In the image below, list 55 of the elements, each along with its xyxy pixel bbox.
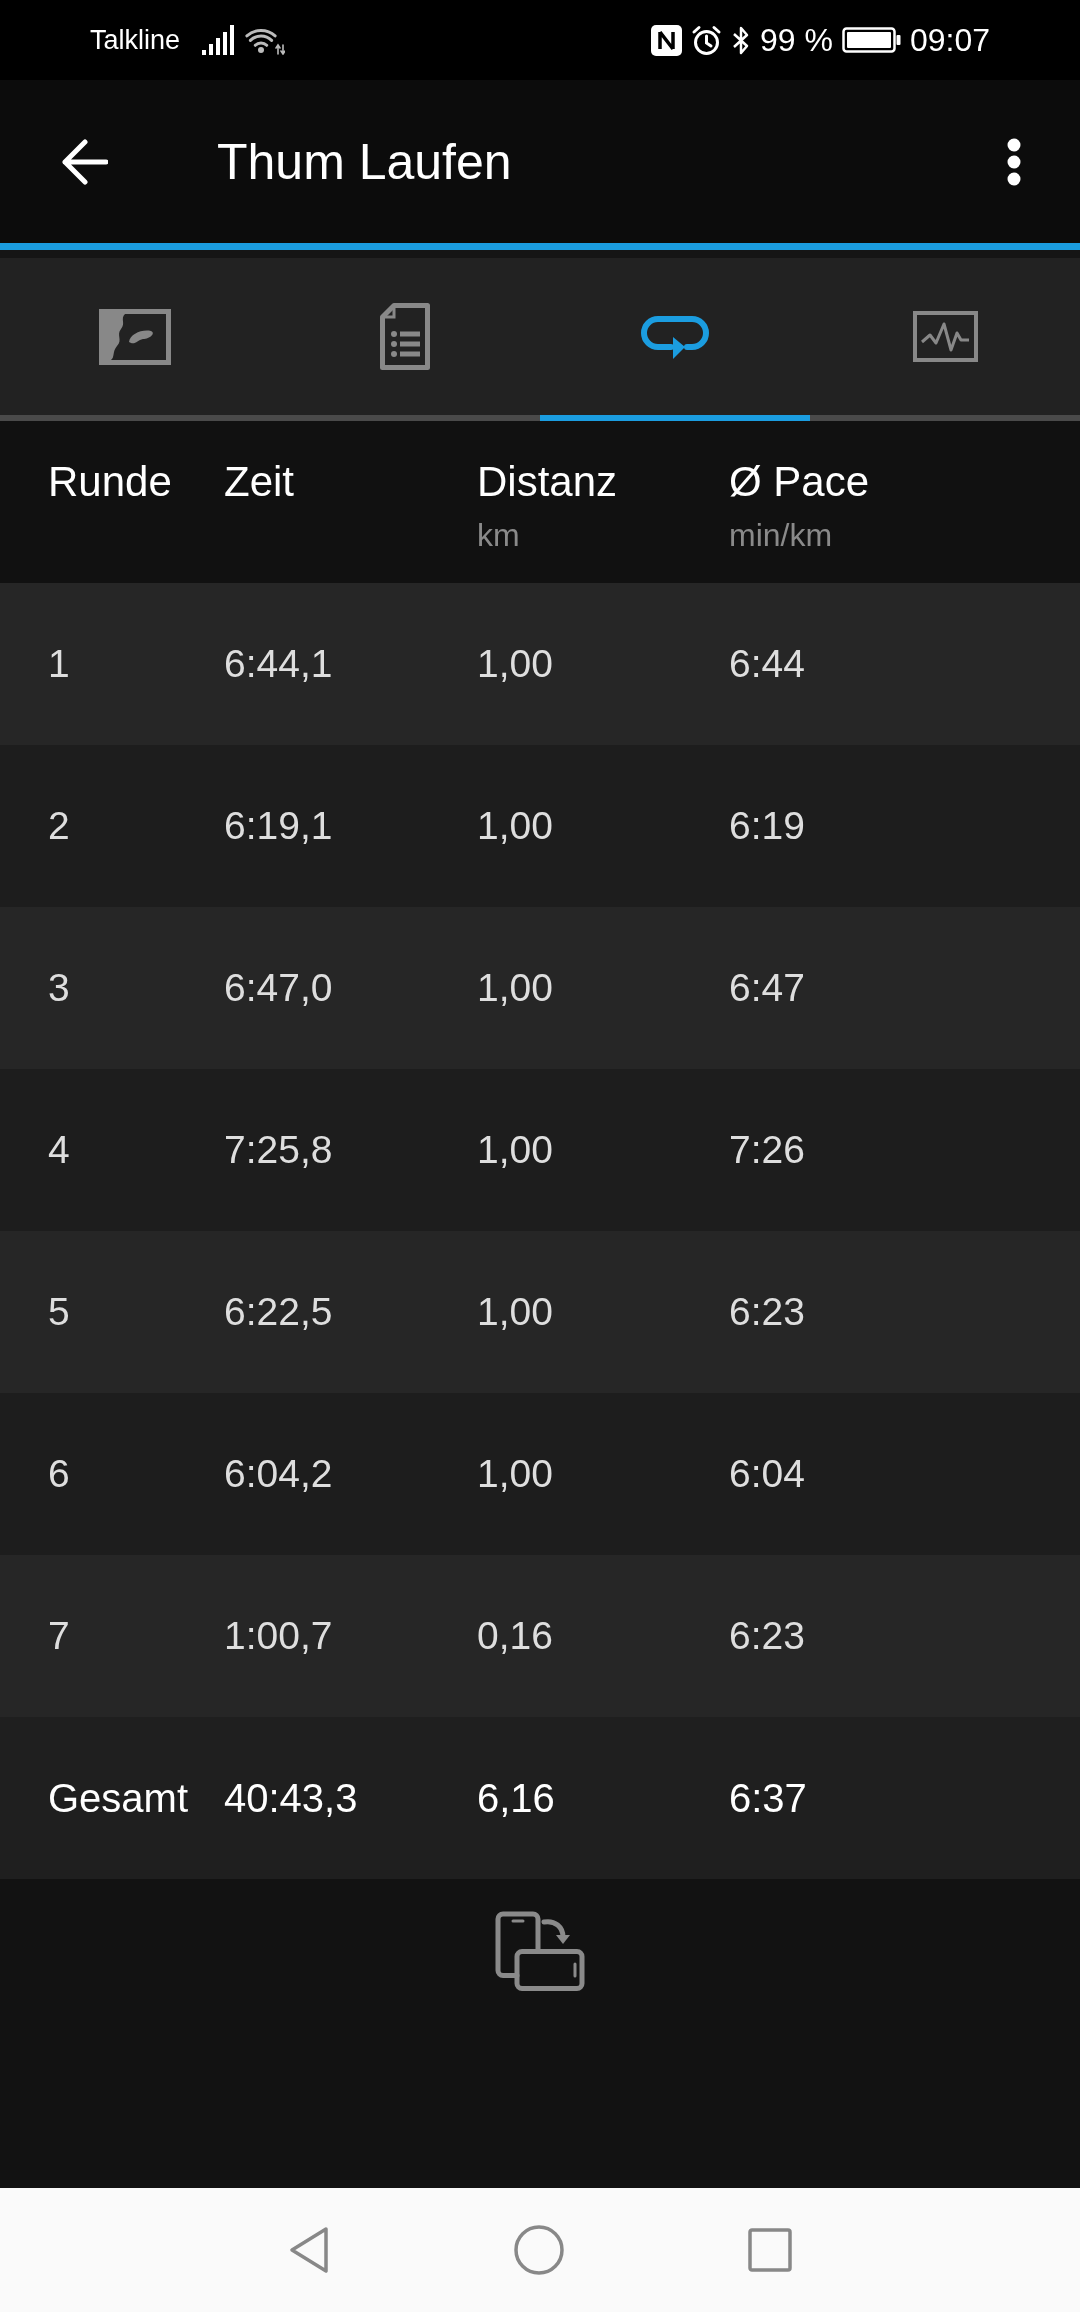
table-cell: 6:23 bbox=[729, 1613, 805, 1659]
map-icon bbox=[99, 308, 171, 365]
table-cell: 6,16 bbox=[477, 1775, 555, 1821]
table-cell: 6:04,2 bbox=[224, 1451, 333, 1497]
carrier-name: Talkline bbox=[90, 24, 181, 56]
table-cell: 2 bbox=[48, 803, 70, 849]
battery-icon bbox=[841, 27, 901, 53]
bluetooth-icon bbox=[731, 24, 751, 56]
rotate-phone-icon bbox=[495, 1911, 585, 1991]
back-icon[interactable] bbox=[60, 137, 108, 186]
document-icon bbox=[380, 303, 430, 370]
table-cell: 0,16 bbox=[477, 1613, 553, 1659]
table-cell: 6:22,5 bbox=[224, 1289, 333, 1335]
table-cell: 6 bbox=[48, 1451, 70, 1497]
table-cell: 1 bbox=[48, 641, 70, 687]
unit-label: min/km bbox=[729, 516, 833, 554]
more-options-icon[interactable] bbox=[1007, 137, 1021, 186]
table-cell: 6:44,1 bbox=[224, 641, 333, 687]
table-cell: 7:25,8 bbox=[224, 1127, 333, 1173]
table-cell: 6:04 bbox=[729, 1451, 805, 1497]
table-cell: 1,00 bbox=[477, 1451, 553, 1497]
table-cell: 6:19 bbox=[729, 803, 805, 849]
column-header: Distanz bbox=[477, 458, 618, 506]
table-cell: 6:19,1 bbox=[224, 803, 333, 849]
column-header: Ø Pace bbox=[729, 458, 870, 506]
nfc-icon bbox=[651, 24, 682, 56]
table-cell: 6:44 bbox=[729, 641, 805, 687]
table-cell: 6:47 bbox=[729, 965, 805, 1011]
table-cell: 6:23 bbox=[729, 1289, 805, 1335]
screen-title: Thum Laufen bbox=[217, 132, 513, 191]
table-cell: 4 bbox=[48, 1127, 70, 1173]
clock-time: 09:07 bbox=[909, 22, 990, 58]
column-header: Zeit bbox=[224, 458, 294, 506]
table-cell: 3 bbox=[48, 965, 70, 1011]
table-cell: 1,00 bbox=[477, 1127, 553, 1173]
table-cell: 1,00 bbox=[477, 1289, 553, 1335]
table-cell: 7 bbox=[48, 1613, 70, 1659]
table-cell: 5 bbox=[48, 1289, 70, 1335]
battery-percentage: 99 % bbox=[760, 22, 833, 58]
unit-label: km bbox=[477, 516, 520, 554]
chart-icon bbox=[912, 311, 978, 362]
home-icon[interactable] bbox=[514, 2225, 564, 2275]
table-cell: 6:47,0 bbox=[224, 965, 333, 1011]
alarm-clock-icon bbox=[691, 24, 722, 56]
table-cell: 40:43,3 bbox=[224, 1775, 358, 1821]
signal-icon bbox=[202, 25, 235, 55]
column-header: Runde bbox=[48, 458, 172, 506]
table-cell: 7:26 bbox=[729, 1127, 805, 1173]
recent-apps-icon[interactable] bbox=[748, 2228, 792, 2272]
table-cell: 1,00 bbox=[477, 803, 553, 849]
table-cell: Gesamt bbox=[48, 1775, 189, 1821]
table-cell: 1,00 bbox=[477, 641, 553, 687]
table-cell: 1,00 bbox=[477, 965, 553, 1011]
table-cell: 6:37 bbox=[729, 1775, 807, 1821]
table-cell: 1:00,7 bbox=[224, 1613, 333, 1659]
